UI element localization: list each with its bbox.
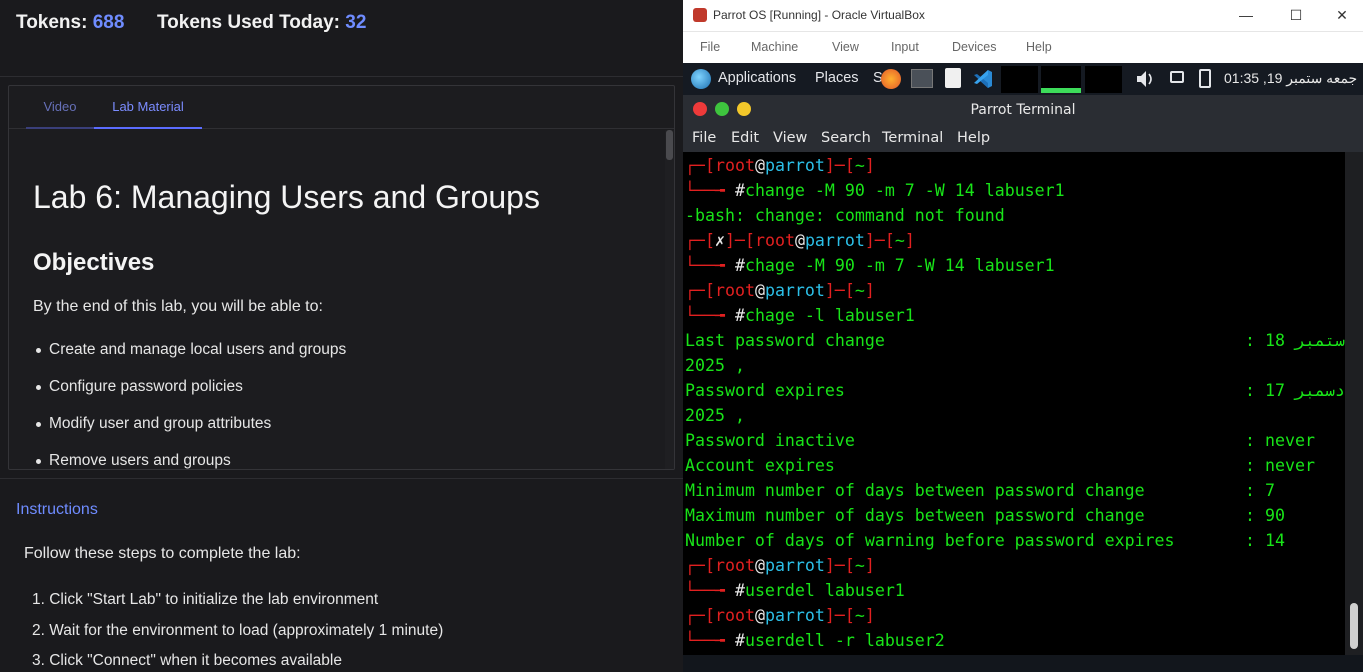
menu-machine[interactable]: Machine bbox=[751, 40, 798, 54]
close-button[interactable]: ✕ bbox=[1319, 0, 1363, 32]
tab-lab-material[interactable]: Lab Material bbox=[94, 86, 202, 129]
instructions-heading[interactable]: Instructions bbox=[16, 501, 98, 519]
objectives-heading: Objectives bbox=[33, 249, 155, 276]
firefox-icon[interactable] bbox=[881, 69, 901, 89]
list-item: Configure password policies bbox=[33, 377, 346, 414]
output-value: : 14 bbox=[1245, 531, 1285, 550]
terminal-output[interactable]: ┌─[root@parrot]─[~] └──╼ #change -M 90 -… bbox=[685, 152, 1345, 652]
terminal-menubar: File Edit View Search Terminal Help bbox=[683, 124, 1363, 152]
menu-view[interactable]: View bbox=[832, 40, 859, 54]
parrot-bottom-panel bbox=[683, 655, 1363, 672]
menu-file[interactable]: File bbox=[700, 40, 720, 54]
vbox-titlebar[interactable]: Parrot OS [Running] - Oracle VirtualBox … bbox=[683, 0, 1363, 32]
maximize-button[interactable]: ☐ bbox=[1273, 0, 1319, 32]
prompt-line: ┌─[root@parrot]─[~] bbox=[685, 606, 875, 625]
lab-title: Lab 6: Managing Users and Groups bbox=[33, 179, 540, 215]
tokens-value: 688 bbox=[92, 12, 125, 33]
output-value: : 90 bbox=[1245, 506, 1285, 525]
tokens-used-value: 32 bbox=[345, 12, 367, 33]
prompt-line: ┌─[root@parrot]─[~] bbox=[685, 281, 875, 300]
screen-icon[interactable] bbox=[1170, 71, 1184, 83]
objectives-intro: By the end of this lab, you will be able… bbox=[33, 298, 323, 315]
vbox-title: Parrot OS [Running] - Oracle VirtualBox bbox=[713, 8, 925, 22]
list-item: 3. Click "Connect" when it becomes avail… bbox=[32, 652, 342, 669]
output-value: : 18 ستمبر bbox=[1245, 331, 1345, 350]
command-line: └──╼ #userdell -r labuser2 bbox=[685, 631, 945, 650]
tab-video[interactable]: Video bbox=[26, 86, 94, 129]
output-value: : never bbox=[1245, 456, 1315, 475]
divider bbox=[0, 76, 683, 77]
output-label: Last password change bbox=[685, 331, 885, 350]
clock[interactable]: جمعه ستمبر 19, 01:35 bbox=[1224, 70, 1357, 87]
parrot-logo-icon[interactable] bbox=[691, 69, 711, 89]
volume-icon[interactable] bbox=[1135, 68, 1153, 88]
scrollbar-thumb[interactable] bbox=[1350, 603, 1358, 649]
lab-panel: Tokens: 688 Tokens Used Today: 32 Video … bbox=[0, 0, 683, 672]
lab-material-card: Video Lab Material Lab 6: Managing Users… bbox=[8, 85, 675, 470]
parrot-top-panel: Applications Places S جمعه ستمبر 19, 01:… bbox=[683, 63, 1363, 95]
cpu-graph bbox=[1001, 66, 1038, 93]
minimize-button[interactable]: — bbox=[1223, 0, 1269, 32]
term-menu-search[interactable]: Search bbox=[821, 130, 871, 146]
output-label: Minimum number of days between password … bbox=[685, 481, 1145, 500]
terminal-launcher-icon[interactable] bbox=[911, 69, 933, 88]
scrollbar[interactable] bbox=[665, 130, 674, 469]
objectives-list: Create and manage local users and groups… bbox=[33, 340, 346, 469]
virtualbox-window: Parrot OS [Running] - Oracle VirtualBox … bbox=[683, 0, 1363, 672]
list-item: Remove users and groups bbox=[33, 451, 346, 469]
command-line: └──╼ #chage -l labuser1 bbox=[685, 306, 915, 325]
error-line: -bash: change: command not found bbox=[685, 206, 1005, 225]
list-item: Create and manage local users and groups bbox=[33, 340, 346, 377]
text-editor-icon[interactable] bbox=[945, 68, 961, 88]
output-label: Maximum number of days between password … bbox=[685, 506, 1145, 525]
menu-input[interactable]: Input bbox=[891, 40, 919, 54]
command-line: └──╼ #change -M 90 -m 7 -W 14 labuser1 bbox=[685, 181, 1065, 200]
terminal-title: Parrot Terminal bbox=[970, 102, 1076, 118]
menu-help[interactable]: Help bbox=[1026, 40, 1052, 54]
menu-devices[interactable]: Devices bbox=[952, 40, 996, 54]
terminal-titlebar[interactable]: Parrot Terminal bbox=[683, 95, 1363, 124]
token-counter: Tokens: 688 Tokens Used Today: 32 bbox=[16, 12, 366, 34]
output-line: 2025 , bbox=[685, 356, 745, 375]
prompt-line: ┌─[root@parrot]─[~] bbox=[685, 556, 875, 575]
output-label: Password inactive bbox=[685, 431, 855, 450]
instructions-lead: Follow these steps to complete the lab: bbox=[24, 545, 301, 562]
command-line: └──╼ #chage -M 90 -m 7 -W 14 labuser1 bbox=[685, 256, 1055, 275]
places-menu[interactable]: Places bbox=[815, 70, 859, 86]
prompt-line: ┌─[root@parrot]─[~] bbox=[685, 156, 875, 175]
vbox-menubar: File Machine View Input Devices Help bbox=[683, 32, 1363, 63]
term-menu-view[interactable]: View bbox=[773, 130, 807, 146]
output-line: 2025 , bbox=[685, 406, 745, 425]
output-label: Password expires bbox=[685, 381, 845, 400]
output-label: Account expires bbox=[685, 456, 835, 475]
tab-bar: Video Lab Material bbox=[9, 86, 674, 129]
list-item: 2. Wait for the environment to load (app… bbox=[32, 621, 444, 639]
parrot-terminal-window: Parrot Terminal File Edit View Search Te… bbox=[683, 95, 1363, 655]
term-menu-help[interactable]: Help bbox=[957, 130, 990, 146]
battery-icon[interactable] bbox=[1199, 69, 1211, 88]
command-line: └──╼ #userdel labuser1 bbox=[685, 581, 905, 600]
output-label: Number of days of warning before passwor… bbox=[685, 531, 1175, 550]
tokens-label: Tokens: bbox=[16, 12, 88, 33]
terminal-scrollbar[interactable] bbox=[1345, 152, 1363, 655]
term-menu-terminal[interactable]: Terminal bbox=[882, 130, 943, 146]
vscode-icon[interactable] bbox=[972, 68, 994, 90]
divider bbox=[0, 478, 683, 479]
list-item: 1. Click "Start Lab" to initialize the l… bbox=[32, 591, 379, 608]
tokens-used-label: Tokens Used Today: bbox=[156, 12, 340, 33]
output-value: : 17 دسمبر bbox=[1245, 381, 1345, 400]
instruction-steps: 1. Click "Start Lab" to initialize the l… bbox=[32, 590, 443, 672]
output-value: : 7 bbox=[1245, 481, 1275, 500]
applications-menu[interactable]: Applications bbox=[718, 70, 796, 86]
output-value: : never bbox=[1245, 431, 1315, 450]
memory-graph bbox=[1041, 66, 1081, 93]
network-graph bbox=[1085, 66, 1122, 93]
list-item: Modify user and group attributes bbox=[33, 414, 346, 451]
term-menu-file[interactable]: File bbox=[692, 130, 716, 146]
term-menu-edit[interactable]: Edit bbox=[731, 130, 759, 146]
prompt-line: ┌─[✗]─[root@parrot]─[~] bbox=[685, 231, 915, 250]
virtualbox-icon bbox=[693, 8, 707, 22]
scrollbar-thumb[interactable] bbox=[666, 130, 673, 160]
